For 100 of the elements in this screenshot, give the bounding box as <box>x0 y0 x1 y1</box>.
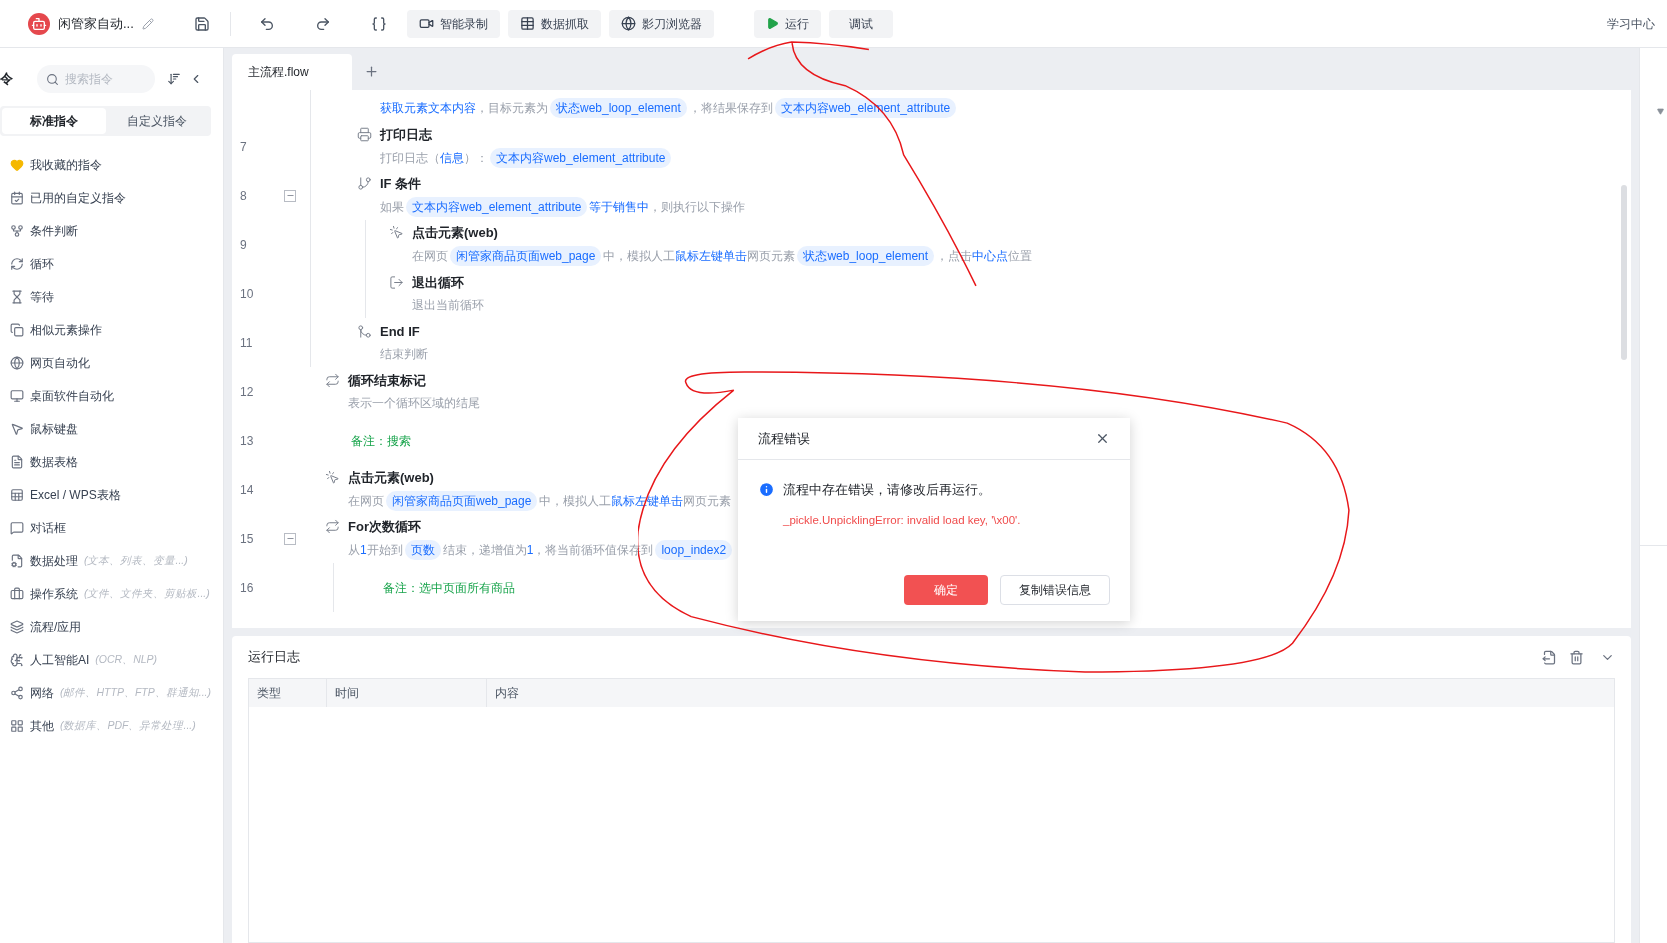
document-icon <box>10 454 24 469</box>
error-detail: _pickle.UnpicklingError: invalid load key, '\x00'. <box>783 512 1022 528</box>
step-title: 打印日志 <box>380 125 432 144</box>
refresh-icon <box>10 256 24 271</box>
add-tab-icon[interactable] <box>364 64 379 79</box>
command-category[interactable]: 鼠标键盘 <box>0 412 223 445</box>
close-icon[interactable] <box>1095 431 1110 446</box>
command-category[interactable]: 条件判断 <box>0 214 223 247</box>
copy-error-button[interactable]: 复制错误信息 <box>1000 575 1110 605</box>
printer-icon <box>357 127 372 142</box>
category-label: 流程/应用 <box>30 618 82 636</box>
command-category[interactable]: 桌面软件自动化 <box>0 379 223 412</box>
trash-icon[interactable] <box>1569 649 1584 665</box>
variable-chip: 页数 <box>404 540 441 561</box>
click-icon <box>389 225 404 240</box>
export-icon[interactable] <box>1542 649 1557 665</box>
line-number: 7 <box>240 139 247 154</box>
description-text: 结束，递增值为 <box>442 542 527 560</box>
panel-title: 令 <box>0 70 13 89</box>
braces-icon[interactable] <box>370 15 387 32</box>
keyword-text: 信息 <box>440 150 464 168</box>
line-number: 9 <box>240 237 247 252</box>
save-icon[interactable] <box>193 15 210 32</box>
undo-icon[interactable] <box>258 15 275 32</box>
file-tab[interactable]: 主流程.flow <box>232 54 352 90</box>
caret-icon[interactable] <box>1657 108 1664 115</box>
command-category[interactable]: 操作系统 (文件、文件夹、剪贴板...) <box>0 577 223 610</box>
edit-icon[interactable] <box>141 17 154 30</box>
command-category[interactable]: 我收藏的指令 <box>0 148 223 181</box>
command-category[interactable]: 循环 <box>0 247 223 280</box>
command-category[interactable]: 数据处理 (文本、列表、变量...) <box>0 544 223 577</box>
run-button[interactable]: 运行 <box>753 9 821 38</box>
copy-icon <box>10 322 24 337</box>
info-icon <box>758 481 775 499</box>
debug-button[interactable]: 调试 <box>828 9 893 38</box>
step-title: 点击元素(web) <box>412 223 498 242</box>
hourglass-icon <box>10 289 24 304</box>
learning-center-link[interactable]: 学习中心 <box>1607 14 1655 33</box>
description-text: 表示一个循环区域的结尾 <box>348 395 480 413</box>
category-label: 桌面软件自动化 <box>30 387 114 405</box>
redo-icon[interactable] <box>314 15 331 32</box>
command-category[interactable]: 流程/应用 <box>0 610 223 643</box>
search-field[interactable]: 搜索指令 <box>37 65 155 93</box>
category-label: 循环 <box>30 255 54 273</box>
description-text: 结束判断 <box>380 346 428 364</box>
variable-chip: 状态web_loop_element <box>797 246 935 267</box>
command-category[interactable]: 已用的自定义指令 <box>0 181 223 214</box>
video-camera-icon <box>418 16 434 31</box>
sidebar-tab[interactable]: 标准指令 <box>2 108 106 134</box>
category-label: 数据表格 <box>30 453 78 471</box>
command-category[interactable]: 对话框 <box>0 511 223 544</box>
description-text: 位置 <box>1008 248 1033 266</box>
keyword-text: 鼠标左键单击 <box>675 248 748 266</box>
branch-icon <box>357 176 372 191</box>
toolbar-button[interactable]: 智能录制 <box>406 9 500 38</box>
toolbar-button[interactable]: 影刀浏览器 <box>608 9 714 38</box>
command-category[interactable]: 相似元素操作 <box>0 313 223 346</box>
sort-icon[interactable] <box>167 72 181 86</box>
merge-icon <box>357 324 372 339</box>
description-text: 退出当前循环 <box>412 297 484 315</box>
variable-chip: 闲管家商品页面web_page <box>386 491 538 512</box>
description-text: 打印日志（ <box>380 150 440 168</box>
command-category[interactable]: 数据表格 <box>0 445 223 478</box>
command-category[interactable]: 人工智能AI (OCR、NLP) <box>0 643 223 676</box>
command-category[interactable]: 其他 (数据库、PDF、异常处理...) <box>0 709 223 742</box>
collapse-toggle[interactable] <box>284 189 296 202</box>
description-text: ，则执行以下操作 <box>649 199 746 217</box>
column-header: 类型 <box>249 679 327 707</box>
description-text: 网页元素 <box>683 493 732 511</box>
category-label: 人工智能AI <box>30 651 90 669</box>
category-hint: (OCR、NLP) <box>95 651 158 667</box>
step-title: IF 条件 <box>380 174 422 193</box>
category-hint: (邮件、HTTP、FTP、群通知...) <box>60 684 211 700</box>
description-text: 如果 <box>380 199 404 217</box>
command-category[interactable]: 等待 <box>0 280 223 313</box>
command-category[interactable]: 网页自动化 <box>0 346 223 379</box>
category-label: 网络 <box>30 684 54 702</box>
variable-chip: 文本内容web_element_attribute <box>490 148 672 169</box>
share-icon <box>10 685 24 700</box>
calendar-check-icon <box>10 190 24 205</box>
command-category[interactable]: Excel / WPS表格 <box>0 478 223 511</box>
sidebar-tab[interactable]: 自定义指令 <box>105 108 209 134</box>
description-text: 中，模拟人工 <box>603 248 676 266</box>
chat-bubble-icon <box>10 520 24 535</box>
repeat-icon <box>325 373 340 388</box>
toolbar-button[interactable]: 数据抓取 <box>507 9 601 38</box>
collapse-toggle[interactable] <box>284 532 296 545</box>
globe-icon <box>10 355 24 370</box>
comment-text: 备注：搜索 <box>351 432 411 450</box>
keyword-text: 中心点 <box>972 248 1009 266</box>
command-category[interactable]: 网络 (邮件、HTTP、FTP、群通知...) <box>0 676 223 709</box>
line-number: 11 <box>240 335 253 350</box>
fork-icon <box>10 223 24 238</box>
variable-chip: 文本内容web_element_attribute <box>406 197 588 218</box>
comment-text: 备注：选中页面所有商品 <box>383 579 515 597</box>
scrollbar-thumb[interactable] <box>1621 185 1627 360</box>
line-number: 10 <box>240 286 254 301</box>
description-text: 开始到 <box>366 542 403 560</box>
description-text: ，目标元素为 <box>476 100 548 117</box>
keyword-text: 1 <box>526 542 534 560</box>
